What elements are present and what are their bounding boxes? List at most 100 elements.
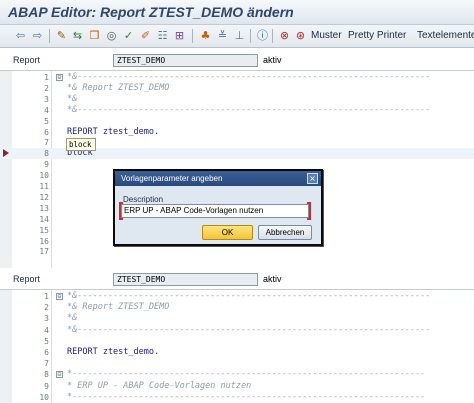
navigation-window-icon[interactable]: ⊞ <box>173 29 186 42</box>
line-number: 9 <box>44 381 49 391</box>
code-text: * ERP UP - ABAP Code-Vorlagen nutzen <box>67 380 252 391</box>
close-icon[interactable]: × <box>307 173 318 184</box>
enhance-icon[interactable]: ♣ <box>199 29 212 42</box>
fold-toggle-icon[interactable]: ⊟ <box>56 371 63 379</box>
line-number: 3 <box>44 314 49 324</box>
code-editor-bottom[interactable]: 1 ⊟ *&------------------------------------… <box>0 289 474 403</box>
report-label: Report <box>13 274 41 284</box>
code-line[interactable]: 1 ⊟ *&------------------------------------… <box>0 72 474 83</box>
report-input[interactable]: ZTEST_DEMO <box>113 54 258 67</box>
window-title: ABAP Editor: Report ZTEST_DEMO ändern <box>8 4 294 20</box>
code-line[interactable]: 6 REPORT ztest_demo. <box>0 347 474 358</box>
code-text: *& Report ZTEST_DEMO <box>67 302 170 313</box>
code-text: *& <box>67 93 78 104</box>
code-text: *&--------------------------------------… <box>67 104 431 115</box>
code-line[interactable]: 6 REPORT ztest_demo. <box>0 127 474 138</box>
code-line[interactable]: 4 *&-------------------------------------… <box>0 325 474 336</box>
current-line-marker-icon <box>3 149 9 158</box>
code-line[interactable]: 5 <box>0 116 474 127</box>
check-icon[interactable]: ◎ <box>105 29 118 42</box>
line-number: 4 <box>44 105 49 115</box>
line-number: 1 <box>44 73 49 82</box>
line-number: 15 <box>39 225 49 235</box>
line-number: 2 <box>44 303 49 313</box>
back-arrow-icon[interactable]: ⇦ <box>14 29 27 42</box>
toolbar-separator <box>192 29 193 43</box>
code-line[interactable]: 1 ⊟ *&------------------------------------… <box>0 291 474 302</box>
code-text: REPORT ztest_demo. <box>67 347 160 357</box>
external-breakpoint-icon[interactable]: ⊛ <box>294 29 307 42</box>
line-number: 7 <box>44 359 49 369</box>
line-number: 4 <box>44 325 49 335</box>
toolbar-separator <box>49 29 50 43</box>
line-number: 5 <box>44 116 49 126</box>
input-focus-bracket-left <box>119 202 123 220</box>
code-line[interactable]: 5 <box>0 336 474 347</box>
title-bar: ABAP Editor: Report ZTEST_DEMO ändern <box>0 0 474 25</box>
line-number: 1 <box>44 292 49 301</box>
line-number: 2 <box>44 83 49 93</box>
cancel-button[interactable]: Abbrechen <box>258 225 312 240</box>
code-completion-hint[interactable]: block <box>66 138 96 151</box>
code-text: REPORT ztest_demo. <box>67 126 160 137</box>
application-toolbar: ⇦ ⇨ ✎ ⇆ ❐ ◎ ✓ ✐ ☷ ⊞ ♣ ≚ ⊥ ⓘ ⊗ ⊛ Muster P… <box>0 25 474 48</box>
template-parameter-dialog: Vorlagenparameter angeben × Description … <box>113 169 323 246</box>
code-line[interactable]: 4 *&-------------------------------------… <box>0 105 474 116</box>
line-number: 6 <box>44 348 49 357</box>
muster-button[interactable]: Muster <box>311 30 342 41</box>
tree-icon[interactable]: ⊥ <box>233 29 246 42</box>
code-text: *&--------------------------------------… <box>67 291 431 301</box>
line-number: 5 <box>44 336 49 346</box>
breakpoint-icon[interactable]: ⊗ <box>278 29 291 42</box>
code-line[interactable]: 9 * ERP UP - ABAP Code-Vorlagen nutzen <box>0 381 474 392</box>
code-line[interactable]: 17 <box>0 246 474 257</box>
code-line[interactable]: 3 *& <box>0 94 474 105</box>
code-text: *&--------------------------------------… <box>67 72 431 82</box>
report-field-row-bottom: Report ZTEST_DEMO aktiv <box>0 272 474 287</box>
line-number: 7 <box>44 138 49 148</box>
toolbar-separator <box>272 29 273 43</box>
forward-arrow-icon[interactable]: ⇨ <box>31 29 44 42</box>
description-label: Description <box>123 195 164 204</box>
line-number: 10 <box>39 171 49 181</box>
fold-toggle-icon[interactable]: ⊟ <box>56 74 63 81</box>
ok-button[interactable]: OK <box>202 225 253 240</box>
report-status: aktiv <box>263 55 282 65</box>
dialog-title: Vorlagenparameter angeben <box>115 171 321 186</box>
report-input[interactable]: ZTEST_DEMO <box>113 273 258 286</box>
code-line[interactable]: 10 *-------------------------------------… <box>0 392 474 403</box>
code-text: *& Report ZTEST_DEMO <box>67 82 170 93</box>
active-inactive-icon[interactable]: ⇆ <box>71 29 84 42</box>
pretty-printer-button[interactable]: Pretty Printer <box>348 30 406 41</box>
code-line[interactable]: 2 *& Report ZTEST_DEMO <box>0 83 474 94</box>
line-number: 17 <box>39 247 49 257</box>
hierarchy-icon[interactable]: ≚ <box>216 29 229 42</box>
code-text: *---------------------------------------… <box>67 391 426 402</box>
code-line[interactable]: 2 *& Report ZTEST_DEMO <box>0 302 474 313</box>
line-number: 10 <box>39 392 49 402</box>
display-change-icon[interactable]: ✎ <box>55 29 68 42</box>
other-object-icon[interactable]: ❐ <box>88 29 101 42</box>
description-input[interactable]: ERP UP - ABAP Code-Vorlagen nutzen <box>121 204 309 218</box>
code-line[interactable]: 3 *& <box>0 313 474 324</box>
code-line[interactable]: 8 ⊟ *-------------------------------------… <box>0 369 474 380</box>
line-number: 8 <box>44 149 49 159</box>
textelemente-button[interactable]: Textelemente <box>417 30 474 41</box>
code-text: *& <box>67 313 78 324</box>
report-label: Report <box>13 55 41 65</box>
fold-toggle-icon[interactable]: ⊟ <box>56 293 63 300</box>
code-text: *&--------------------------------------… <box>67 324 431 335</box>
line-number: 6 <box>44 127 49 137</box>
line-number: 12 <box>39 192 49 202</box>
line-number: 3 <box>44 94 49 104</box>
line-number: 8 <box>44 370 49 380</box>
code-line[interactable]: 7 <box>0 358 474 369</box>
info-icon[interactable]: ⓘ <box>256 29 269 42</box>
activate-icon[interactable]: ✓ <box>122 29 135 42</box>
object-list-icon[interactable]: ☷ <box>156 29 169 42</box>
where-used-icon[interactable]: ✐ <box>139 29 152 42</box>
line-number: 11 <box>39 182 49 191</box>
input-focus-bracket-right <box>307 202 311 220</box>
code-text: *---------------------------------------… <box>67 369 426 380</box>
line-number: 9 <box>44 160 49 170</box>
